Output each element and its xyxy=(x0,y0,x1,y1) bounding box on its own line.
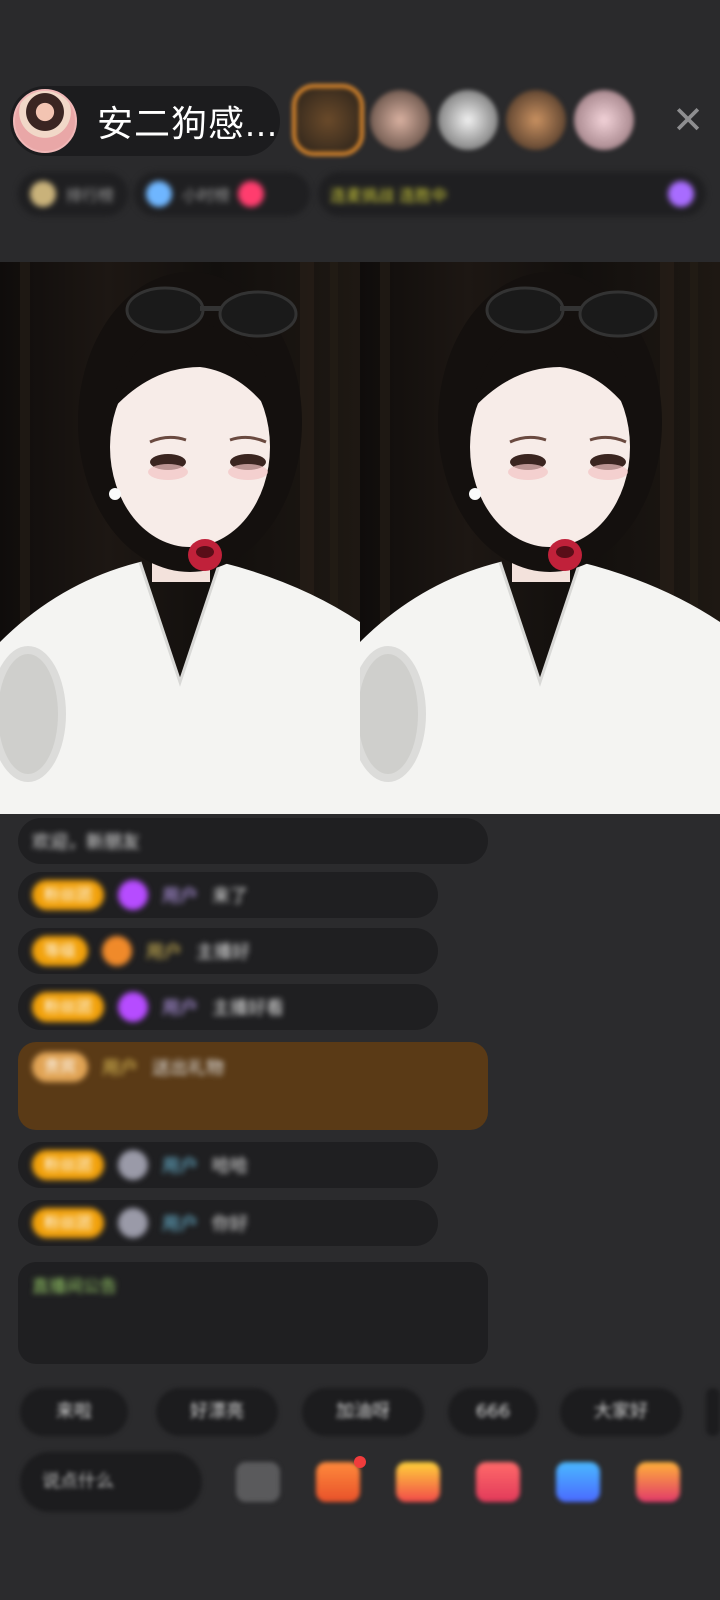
streamer-figure xyxy=(0,262,360,814)
vip-badge: 贵宾 xyxy=(32,1052,89,1082)
quick-reply-button[interactable]: 666 xyxy=(448,1388,538,1436)
quick-reply-button[interactable]: 加油呀 xyxy=(302,1388,424,1436)
viewer-avatar[interactable] xyxy=(506,90,566,150)
chat-message[interactable]: 粉丝团 用户 主播好看 xyxy=(18,984,438,1030)
challenge-label: 连麦挑战 连胜中 xyxy=(330,186,448,205)
fan-badge: 粉丝团 xyxy=(32,880,105,910)
level-badge: 等级 xyxy=(32,936,89,966)
chat-message[interactable]: 欢迎，新朋友 xyxy=(18,818,488,864)
chat-text: 送出礼物 xyxy=(152,1058,225,1079)
top-bar: 安二狗感... ✕ 排行榜 小时榜 连麦挑战 连胜中 xyxy=(0,0,720,262)
quick-reply-overflow[interactable] xyxy=(706,1388,720,1436)
chat-username[interactable]: 用户 xyxy=(102,1054,138,1080)
rank-icon xyxy=(30,181,56,207)
game-icon[interactable] xyxy=(556,1462,600,1502)
quick-reply-button[interactable]: 好漂亮 xyxy=(156,1388,278,1436)
chat-message[interactable]: 粉丝团 用户 你好 xyxy=(18,1200,438,1246)
host-info[interactable]: 安二狗感... xyxy=(10,86,280,156)
chat-username[interactable]: 用户 xyxy=(146,938,182,964)
challenge-icon xyxy=(668,181,694,207)
chat-message[interactable]: 粉丝团 用户 哈哈 xyxy=(18,1142,438,1188)
quick-replies: 来啦 好漂亮 加油呀 666 大家好 xyxy=(20,1388,720,1436)
avatar xyxy=(118,1150,149,1180)
host-avatar[interactable] xyxy=(13,89,77,153)
chat-text: 你好 xyxy=(212,1214,249,1235)
gift-icon[interactable] xyxy=(396,1462,440,1502)
chat-username[interactable]: 用户 xyxy=(162,1152,198,1178)
chat-username[interactable]: 用户 xyxy=(162,994,198,1020)
chat-message-highlight[interactable]: 贵宾 用户 送出礼物 xyxy=(18,1042,488,1130)
hourly-rank-label: 小时榜 xyxy=(182,186,231,205)
comment-input[interactable]: 说点什么 xyxy=(20,1452,202,1512)
viewer-avatar[interactable] xyxy=(292,84,364,156)
chat-text: 哈哈 xyxy=(212,1156,249,1177)
lucky-bag-icon[interactable] xyxy=(476,1462,520,1502)
audience-avatars[interactable] xyxy=(292,84,652,158)
chat-text: 欢迎，新朋友 xyxy=(32,832,140,853)
viewer-avatar[interactable] xyxy=(370,90,430,150)
host-name[interactable]: 安二狗感... xyxy=(97,95,278,147)
notification-dot xyxy=(354,1456,366,1468)
rank-chip[interactable]: 排行榜 xyxy=(18,172,128,216)
close-icon[interactable]: ✕ xyxy=(668,100,708,140)
viewer-avatar[interactable] xyxy=(438,90,498,150)
fan-badge: 粉丝团 xyxy=(32,1150,105,1180)
rank-label: 排行榜 xyxy=(66,186,115,205)
fan-badge: 粉丝团 xyxy=(32,992,105,1022)
gem-icon xyxy=(118,992,149,1022)
video-frame-left xyxy=(0,262,360,814)
notice-message: 直播间公告 xyxy=(18,1262,488,1364)
emoji-icon[interactable] xyxy=(236,1462,280,1502)
hourly-rank-chip[interactable]: 小时榜 xyxy=(134,172,310,216)
notice-text: 直播间公告 xyxy=(32,1277,117,1297)
live-video[interactable] xyxy=(0,262,720,814)
info-strip: 排行榜 小时榜 连麦挑战 连胜中 xyxy=(18,172,708,218)
quick-reply-button[interactable]: 来啦 xyxy=(20,1388,128,1436)
gem-icon xyxy=(118,880,149,910)
fan-badge: 粉丝团 xyxy=(32,1208,105,1238)
chat-text: 来了 xyxy=(212,886,249,907)
avatar xyxy=(118,1208,149,1238)
viewer-avatar[interactable] xyxy=(574,90,634,150)
hourly-rank-icon xyxy=(146,181,172,207)
quick-reply-button[interactable]: 大家好 xyxy=(560,1388,682,1436)
chat-username[interactable]: 用户 xyxy=(162,1210,198,1236)
chat-text: 主播好 xyxy=(196,942,251,963)
video-frame-right xyxy=(360,262,720,814)
medal-icon xyxy=(102,936,133,966)
bottom-bar: 说点什么 xyxy=(20,1452,720,1512)
chat-message[interactable]: 粉丝团 用户 来了 xyxy=(18,872,438,918)
chat-text: 主播好看 xyxy=(212,998,285,1019)
more-icon[interactable] xyxy=(636,1462,680,1502)
chat-message[interactable]: 等级 用户 主播好 xyxy=(18,928,438,974)
challenge-chip[interactable]: 连麦挑战 连胜中 xyxy=(318,172,706,216)
streamer-figure xyxy=(360,262,720,814)
gift-box-icon[interactable] xyxy=(316,1462,360,1502)
chat-username[interactable]: 用户 xyxy=(162,882,198,908)
heart-icon xyxy=(238,181,265,207)
